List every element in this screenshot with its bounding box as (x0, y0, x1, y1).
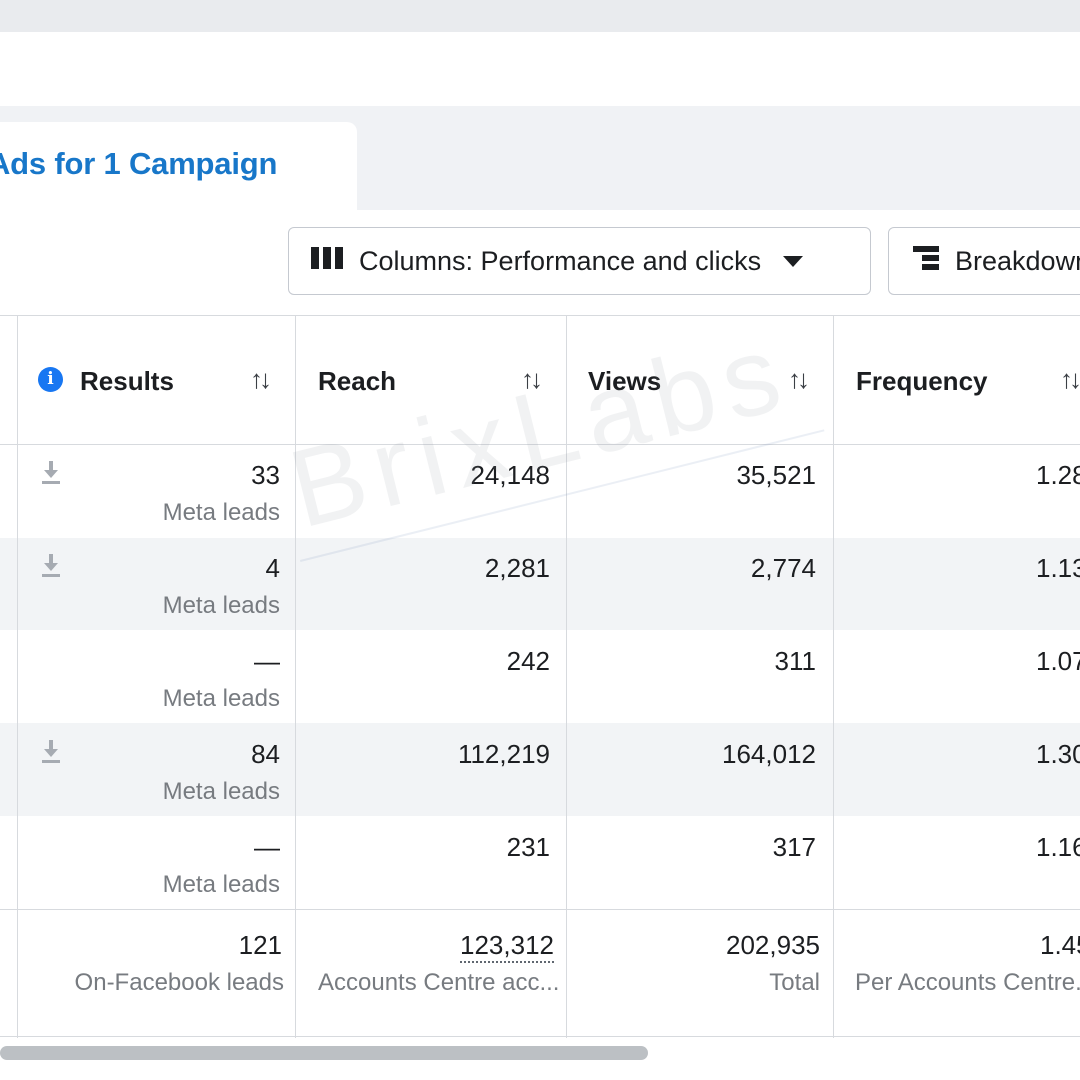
total-reach[interactable]: 123,312 (460, 930, 554, 963)
columns-icon (311, 246, 345, 277)
results-value: — (254, 646, 280, 676)
column-header-frequency[interactable]: Frequency (856, 366, 988, 397)
reach-value: 231 (506, 832, 550, 862)
total-views: 202,935 (726, 930, 820, 960)
total-frequency-label: Per Accounts Centre... (855, 969, 1080, 996)
breakdown-button[interactable]: Breakdown (888, 227, 1080, 295)
columns-button-label: Columns: Performance and clicks (359, 245, 762, 276)
total-views-label: Total (769, 969, 820, 996)
frequency-value: 1.16 (1036, 832, 1080, 862)
table-border (0, 1036, 1080, 1037)
column-divider (833, 315, 834, 1038)
info-icon[interactable]: i (38, 367, 63, 392)
results-unit: Meta leads (162, 592, 280, 619)
watermark-logo: BrixLabs (278, 309, 802, 552)
results-unit: Meta leads (162, 871, 280, 898)
results-value: 33 (251, 460, 280, 490)
reach-value: 242 (506, 646, 550, 676)
tab-ads-label[interactable]: Ads for 1 Campaign (0, 146, 277, 182)
reach-value: 112,219 (457, 739, 550, 769)
columns-button[interactable]: Columns: Performance and clicks (288, 227, 871, 295)
total-frequency: 1.45 (1040, 930, 1080, 960)
results-value: — (254, 832, 280, 862)
sort-icon[interactable]: ↑↓ (1060, 364, 1080, 395)
column-header-results[interactable]: Results (80, 366, 174, 397)
views-value: 311 (774, 646, 816, 676)
results-value: 84 (251, 739, 280, 769)
results-value: 4 (265, 553, 280, 583)
total-reach-label: Accounts Centre acc... (318, 969, 560, 996)
total-results-label: On-Facebook leads (74, 969, 284, 996)
horizontal-scrollbar[interactable] (0, 1046, 648, 1060)
views-value: 164,012 (722, 739, 816, 769)
download-icon[interactable] (40, 553, 62, 579)
download-icon[interactable] (40, 460, 62, 486)
column-header-reach[interactable]: Reach (318, 366, 396, 397)
chevron-down-icon (783, 255, 804, 267)
frequency-value: 1.28 (1036, 460, 1080, 490)
breakdown-button-label: Breakdown (955, 245, 1080, 276)
total-results: 121 (238, 930, 282, 960)
table-border (0, 315, 1080, 316)
totals-divider (0, 909, 1080, 910)
frequency-value: 1.13 (1036, 553, 1080, 583)
column-divider (17, 315, 18, 1038)
reach-value: 2,281 (484, 553, 550, 583)
download-icon[interactable] (40, 739, 62, 765)
results-unit: Meta leads (162, 685, 280, 712)
results-unit: Meta leads (162, 778, 280, 805)
frequency-value: 1.07 (1036, 646, 1080, 676)
views-value: 35,521 (736, 460, 816, 490)
browser-top-bar (0, 0, 1080, 32)
frequency-value: 1.30 (1036, 739, 1080, 769)
sort-icon[interactable]: ↑↓ (250, 364, 272, 395)
column-divider (295, 315, 296, 1038)
views-value: 2,774 (750, 553, 816, 583)
results-unit: Meta leads (162, 499, 280, 526)
breakdown-icon (913, 245, 941, 278)
views-value: 317 (772, 832, 816, 862)
